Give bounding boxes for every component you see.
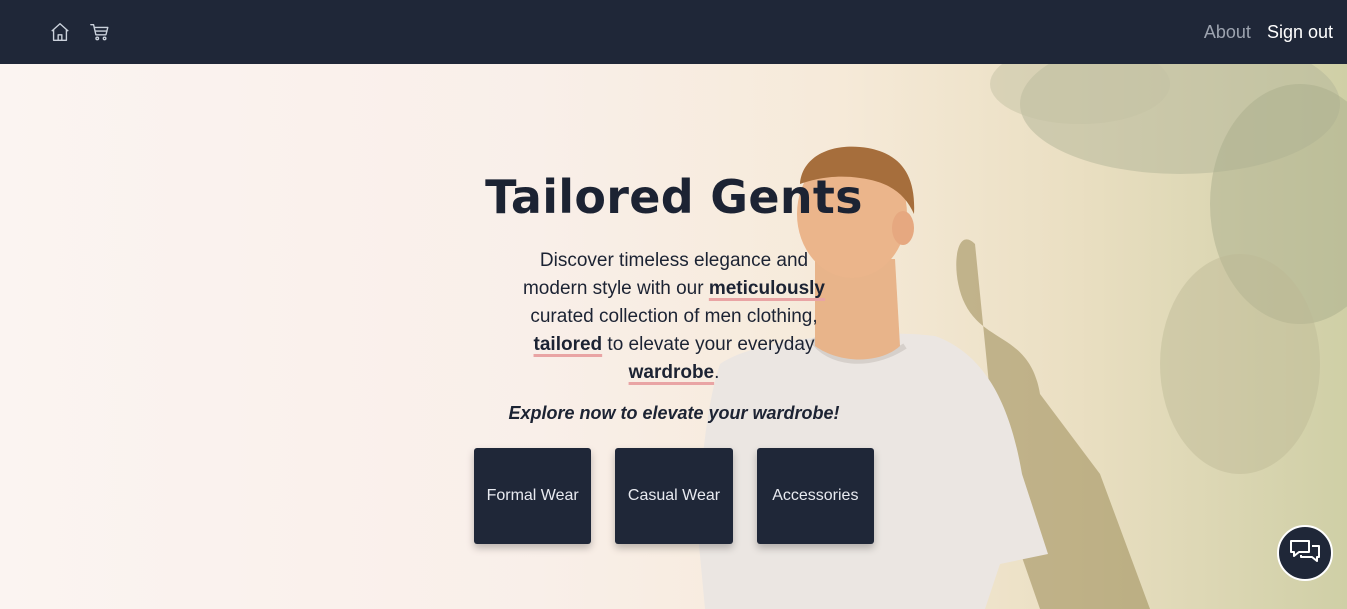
hero-description-emphasis: wardrobe [628,362,715,384]
hero-description-emphasis: meticulously [708,278,825,300]
hero-cta-text: Explore now to elevate your wardrobe! [508,403,840,424]
hero-description-text: to elevate your everyday [602,334,815,356]
sign-out-link[interactable]: Sign out [1267,22,1333,43]
about-link[interactable]: About [1204,22,1251,43]
chat-icon [1290,540,1320,562]
category-buttons: Formal Wear Casual Wear Accessories [474,448,874,545]
nav-right: About Sign out [1204,22,1347,43]
hero-description-emphasis: tailored [533,334,603,356]
formal-wear-button[interactable]: Formal Wear [474,448,592,545]
navbar: About Sign out [0,0,1347,64]
hero-title: Tailored Gents [485,170,863,224]
hero-content: Tailored Gents Discover timeless eleganc… [474,170,874,545]
home-icon[interactable] [48,20,72,44]
chat-button[interactable] [1277,525,1333,581]
casual-wear-button[interactable]: Casual Wear [615,448,733,545]
hero-description-text: curated collection of men clothing, [530,306,818,328]
hero-banner: Tailored Gents Discover timeless eleganc… [0,64,1347,609]
hero-description-text: . [714,362,720,384]
cart-icon[interactable] [88,20,112,44]
hero-description: Discover timeless elegance and modern st… [509,247,839,387]
accessories-button[interactable]: Accessories [756,448,874,545]
nav-left [0,20,112,44]
